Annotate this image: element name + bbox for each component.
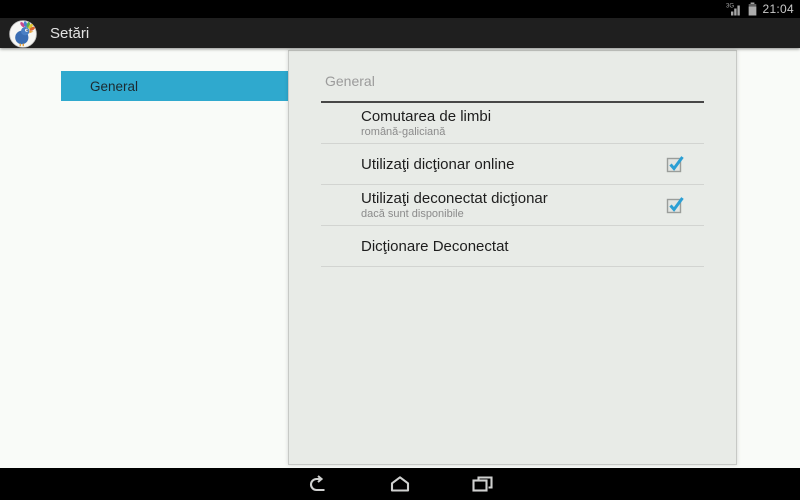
pref-online-dictionary[interactable]: Utilizaţi dicţionar online <box>321 144 704 185</box>
back-icon <box>310 475 325 492</box>
action-bar: Setări <box>0 18 800 48</box>
signal-3g-icon: 3G <box>726 4 741 16</box>
pref-subtitle: română-galiciană <box>361 125 446 138</box>
panel-section-header: General <box>325 73 375 89</box>
pref-title: Utilizaţi deconectat dicţionar <box>361 189 548 207</box>
pref-offline-dictionary[interactable]: Utilizaţi deconectat dicţionar dacă sunt… <box>321 185 704 226</box>
pref-text: Utilizaţi dicţionar online <box>361 156 514 173</box>
pref-language-switch[interactable]: Comutarea de limbi română-galiciană <box>321 103 704 144</box>
navigation-bar <box>0 468 800 500</box>
home-button[interactable] <box>388 474 412 494</box>
pref-subtitle: dacă sunt disponibile <box>361 207 464 220</box>
battery-icon <box>749 2 757 16</box>
home-icon <box>390 476 410 492</box>
status-bar: 3G 21:04 <box>0 0 800 18</box>
checkbox-checked-icon[interactable] <box>665 195 685 215</box>
pref-text: Utilizaţi deconectat dicţionar dacă sunt… <box>361 190 548 221</box>
app-logo-icon[interactable] <box>9 19 37 48</box>
recents-icon <box>471 476 493 492</box>
settings-content: General General Comutarea de limbi român… <box>0 48 800 468</box>
sidebar-item-label: General <box>90 78 139 94</box>
network-type-label: 3G <box>726 4 734 10</box>
pref-title: Dicţionare Deconectat <box>361 237 509 255</box>
page-title: Setări <box>50 24 90 42</box>
recents-button[interactable] <box>470 474 494 494</box>
android-tablet-screen: 3G 21:04 Setări General General Comutare… <box>0 0 800 500</box>
preferences-panel: General Comutarea de limbi română-galici… <box>288 50 737 465</box>
pref-text: Comutarea de limbi română-galiciană <box>361 108 491 139</box>
checkbox-checked-icon[interactable] <box>665 154 685 174</box>
pref-title: Comutarea de limbi <box>361 107 492 125</box>
pref-text: Dicţionare Deconectat <box>361 238 509 255</box>
back-button[interactable] <box>306 474 330 494</box>
clock: 21:04 <box>762 2 794 16</box>
sidebar-item-general[interactable]: General <box>61 71 288 101</box>
pref-offline-dictionaries-manage[interactable]: Dicţionare Deconectat <box>321 226 704 267</box>
pref-title: Utilizaţi dicţionar online <box>361 155 515 173</box>
